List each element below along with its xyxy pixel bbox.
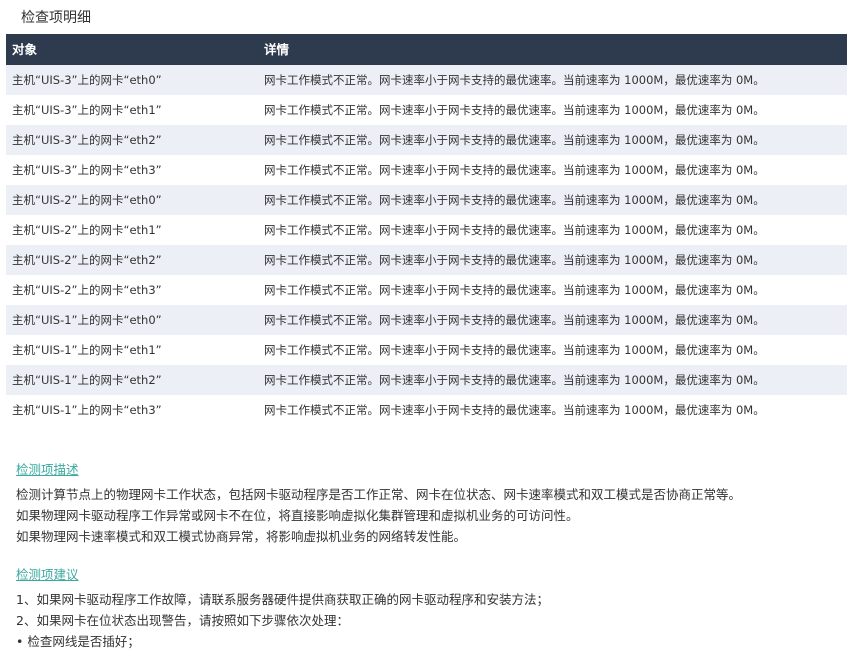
column-header-object: 对象 [12,42,38,57]
advice-line: 1、如果网卡驱动程序工作故障，请联系服务器硬件提供商获取正确的网卡驱动程序和安装… [16,592,549,607]
column-header-detail: 详情 [264,42,290,57]
cell-object: 主机“UIS-3”上的网卡“eth2” [12,133,162,147]
cell-detail: 网卡工作模式不正常。网卡速率小于网卡支持的最优速率。当前速率为 1000M，最优… [264,403,765,417]
cell-object: 主机“UIS-2”上的网卡“eth1” [12,223,162,237]
detail-table: 对象 详情 主机“UIS-3”上的网卡“eth0” 网卡工作模式不正常。网卡速率小… [6,34,847,425]
advice-heading-link[interactable]: 检测项建议 [16,564,549,583]
description-heading-link[interactable]: 检测项描述 [16,459,741,478]
cell-detail: 网卡工作模式不正常。网卡速率小于网卡支持的最优速率。当前速率为 1000M，最优… [264,163,765,177]
cell-object: 主机“UIS-1”上的网卡“eth0” [12,313,162,327]
table-row: 主机“UIS-1”上的网卡“eth3” 网卡工作模式不正常。网卡速率小于网卡支持的… [6,395,847,425]
check-item-detail-page: 检查项明细 对象 详情 主机“UIS-3”上的网卡“eth0” 网卡工作模式不正常… [0,0,851,649]
table-row: 主机“UIS-1”上的网卡“eth2” 网卡工作模式不正常。网卡速率小于网卡支持的… [6,365,847,395]
table-row: 主机“UIS-3”上的网卡“eth0” 网卡工作模式不正常。网卡速率小于网卡支持的… [6,65,847,95]
table-row: 主机“UIS-2”上的网卡“eth0” 网卡工作模式不正常。网卡速率小于网卡支持的… [6,185,847,215]
cell-object: 主机“UIS-3”上的网卡“eth3” [12,163,162,177]
table-row: 主机“UIS-3”上的网卡“eth1” 网卡工作模式不正常。网卡速率小于网卡支持的… [6,95,847,125]
table-row: 主机“UIS-3”上的网卡“eth3” 网卡工作模式不正常。网卡速率小于网卡支持的… [6,155,847,185]
table-row: 主机“UIS-2”上的网卡“eth1” 网卡工作模式不正常。网卡速率小于网卡支持的… [6,215,847,245]
cell-detail: 网卡工作模式不正常。网卡速率小于网卡支持的最优速率。当前速率为 1000M，最优… [264,133,765,147]
advice-line: 2、如果网卡在位状态出现警告，请按照如下步骤依次处理： [16,613,349,628]
cell-detail: 网卡工作模式不正常。网卡速率小于网卡支持的最优速率。当前速率为 1000M，最优… [264,313,765,327]
advice-section: 检测项建议 1、如果网卡驱动程序工作故障，请联系服务器硬件提供商获取正确的网卡驱… [16,564,549,652]
table-row: 主机“UIS-1”上的网卡“eth1” 网卡工作模式不正常。网卡速率小于网卡支持的… [6,335,847,365]
cell-object: 主机“UIS-1”上的网卡“eth3” [12,403,162,417]
table-row: 主机“UIS-2”上的网卡“eth3” 网卡工作模式不正常。网卡速率小于网卡支持的… [6,275,847,305]
cell-object: 主机“UIS-2”上的网卡“eth0” [12,193,162,207]
description-section: 检测项描述 检测计算节点上的物理网卡工作状态，包括网卡驱动程序是否工作正常、网卡… [16,459,741,547]
advice-line: • 检查网线是否插好； [16,634,140,649]
cell-detail: 网卡工作模式不正常。网卡速率小于网卡支持的最优速率。当前速率为 1000M，最优… [264,73,765,87]
table-header-row: 对象 详情 [6,34,847,65]
cell-detail: 网卡工作模式不正常。网卡速率小于网卡支持的最优速率。当前速率为 1000M，最优… [264,223,765,237]
table-body: 主机“UIS-3”上的网卡“eth0” 网卡工作模式不正常。网卡速率小于网卡支持的… [6,65,847,425]
cell-detail: 网卡工作模式不正常。网卡速率小于网卡支持的最优速率。当前速率为 1000M，最优… [264,103,765,117]
cell-detail: 网卡工作模式不正常。网卡速率小于网卡支持的最优速率。当前速率为 1000M，最优… [264,373,765,387]
cell-detail: 网卡工作模式不正常。网卡速率小于网卡支持的最优速率。当前速率为 1000M，最优… [264,343,765,357]
table-row: 主机“UIS-1”上的网卡“eth0” 网卡工作模式不正常。网卡速率小于网卡支持的… [6,305,847,335]
cell-object: 主机“UIS-2”上的网卡“eth3” [12,283,162,297]
table-row: 主机“UIS-3”上的网卡“eth2” 网卡工作模式不正常。网卡速率小于网卡支持的… [6,125,847,155]
cell-object: 主机“UIS-3”上的网卡“eth0” [12,73,162,87]
description-line: 如果物理网卡驱动程序工作异常或网卡不在位，将直接影响虚拟化集群管理和虚拟机业务的… [16,508,579,523]
cell-object: 主机“UIS-1”上的网卡“eth1” [12,343,162,357]
cell-detail: 网卡工作模式不正常。网卡速率小于网卡支持的最优速率。当前速率为 1000M，最优… [264,253,765,267]
cell-object: 主机“UIS-1”上的网卡“eth2” [12,373,162,387]
cell-object: 主机“UIS-2”上的网卡“eth2” [12,253,162,267]
table-row: 主机“UIS-2”上的网卡“eth2” 网卡工作模式不正常。网卡速率小于网卡支持的… [6,245,847,275]
section-title: 检查项明细 [21,10,91,26]
cell-detail: 网卡工作模式不正常。网卡速率小于网卡支持的最优速率。当前速率为 1000M，最优… [264,283,765,297]
cell-object: 主机“UIS-3”上的网卡“eth1” [12,103,162,117]
description-line: 检测计算节点上的物理网卡工作状态，包括网卡驱动程序是否工作正常、网卡在位状态、网… [16,487,742,502]
cell-detail: 网卡工作模式不正常。网卡速率小于网卡支持的最优速率。当前速率为 1000M，最优… [264,193,765,207]
description-line: 如果物理网卡速率模式和双工模式协商异常，将影响虚拟机业务的网络转发性能。 [16,529,467,544]
